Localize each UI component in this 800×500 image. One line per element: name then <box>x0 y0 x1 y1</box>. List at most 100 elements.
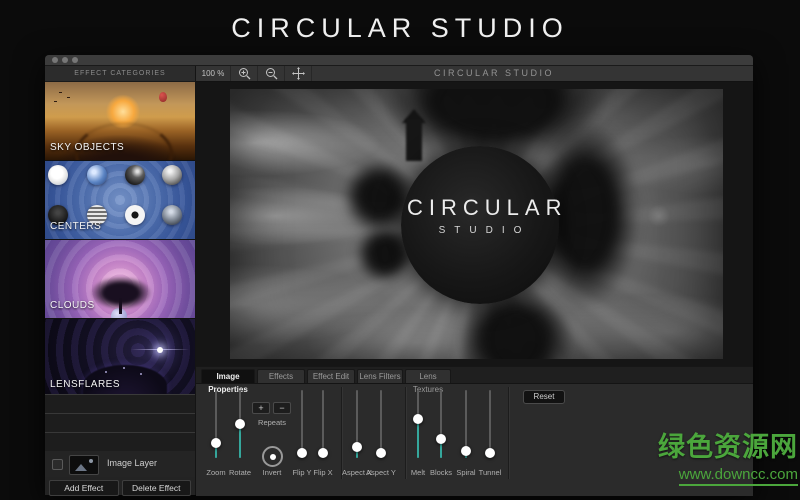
layer-visibility-checkbox[interactable] <box>52 459 63 470</box>
canvas-logo-line2: STUDIO <box>438 225 531 236</box>
layer-name-label: Image Layer <box>107 458 158 468</box>
slider-knob[interactable] <box>461 446 471 456</box>
watermark-site-name: 绿色资源网 <box>658 432 798 462</box>
bird-icon <box>54 101 57 102</box>
category-lensflares[interactable]: LENSFLARES <box>45 319 195 398</box>
toolbar-app-logo: CIRCULAR STUDIO <box>434 68 555 78</box>
image-layer-row[interactable]: Image Layer <box>45 451 195 477</box>
tab-image-properties[interactable]: Image Properties <box>201 369 255 394</box>
repeats-label: Repeats <box>258 418 286 427</box>
tab-effects[interactable]: Effects <box>257 369 305 383</box>
watermark: 绿色资源网 www.downcc.com <box>658 425 798 486</box>
slider-track[interactable] <box>352 390 362 458</box>
slider-fill <box>239 424 241 458</box>
center-option-starburst-icon[interactable] <box>48 165 68 185</box>
close-button[interactable] <box>52 57 58 63</box>
image-icon <box>75 464 87 471</box>
center-option-metal-sphere-icon[interactable] <box>162 165 182 185</box>
slider-knob[interactable] <box>318 448 328 458</box>
slider-track[interactable] <box>235 390 245 458</box>
layer-list-row[interactable] <box>45 414 195 433</box>
slider-rotate[interactable]: Rotate <box>228 390 252 486</box>
slider-track[interactable] <box>436 390 446 458</box>
reset-button[interactable]: Reset <box>523 390 565 404</box>
slider-knob[interactable] <box>413 414 423 424</box>
slider-track[interactable] <box>485 390 495 458</box>
panel-tabbar: Image Properties Effects Effect Edit Lens F… <box>196 367 753 394</box>
sidebar: EFFECT CATEGORIES SKY OBJECTS CENTERS CLOU… <box>45 66 196 496</box>
app-window: EFFECT CATEGORIES SKY OBJECTS CENTERS CLOU… <box>45 55 753 496</box>
slider-knob[interactable] <box>485 448 495 458</box>
slider-knob[interactable] <box>436 434 446 444</box>
tower <box>406 119 422 161</box>
minimize-button[interactable] <box>62 57 68 63</box>
flare-star-icon <box>157 347 163 353</box>
zoom-out-icon <box>265 68 277 80</box>
bird-icon <box>59 92 62 93</box>
effect-categories-list: SKY OBJECTS CENTERS CLOUDS LENSFLARES <box>45 82 195 398</box>
city-light <box>105 371 107 373</box>
pan-tool-button[interactable] <box>285 66 312 81</box>
layer-list-row[interactable] <box>45 395 195 414</box>
category-clouds[interactable]: CLOUDS <box>45 240 195 319</box>
layer-list-row[interactable] <box>45 433 195 452</box>
slider-track[interactable] <box>297 390 307 458</box>
center-option-dot-circle-icon[interactable] <box>125 205 145 225</box>
add-effect-button[interactable]: Add Effect <box>49 480 119 496</box>
zoom-out-button[interactable] <box>258 66 285 81</box>
slider-knob[interactable] <box>235 419 245 429</box>
slider-fill <box>417 419 419 458</box>
zoom-level-indicator: 100 % <box>196 66 231 81</box>
zoom-window-button[interactable] <box>72 57 78 63</box>
category-label: CLOUDS <box>50 300 95 311</box>
canvas-logo-line1: CIRCULAR <box>407 195 568 220</box>
slider-knob[interactable] <box>297 448 307 458</box>
slider-tunnel[interactable]: Tunnel <box>478 390 502 486</box>
invert-toggle[interactable] <box>262 446 283 467</box>
invert-dot-icon <box>269 453 276 460</box>
slider-label: Rotate <box>228 468 252 477</box>
slider-knob[interactable] <box>211 438 221 448</box>
bird-icon <box>67 97 70 98</box>
balloon-icon <box>159 92 167 102</box>
slider-track[interactable] <box>211 390 221 458</box>
zoom-in-button[interactable] <box>231 66 258 81</box>
category-centers[interactable]: CENTERS <box>45 161 195 240</box>
delete-effect-button[interactable]: Delete Effect <box>121 480 191 496</box>
slider-track[interactable] <box>318 390 328 458</box>
slider-track[interactable] <box>376 390 386 458</box>
center-option-earth-icon[interactable] <box>87 165 107 185</box>
tab-lens-filters[interactable]: Lens Filters <box>357 369 403 383</box>
sidebar-header: EFFECT CATEGORIES <box>45 66 195 82</box>
window-titlebar[interactable] <box>45 55 753 66</box>
move-icon <box>291 67 305 80</box>
category-label: SKY OBJECTS <box>50 142 125 153</box>
layer-thumbnail-icon <box>69 455 99 475</box>
slider-track[interactable] <box>413 390 423 458</box>
sun-dot-icon <box>89 459 93 463</box>
slider-label: Tunnel <box>478 468 502 477</box>
zoom-in-icon <box>238 68 250 80</box>
layer-list[interactable] <box>45 394 195 452</box>
group-divider <box>508 387 510 479</box>
preview-image[interactable]: CIRCULAR STUDIO <box>230 89 723 359</box>
category-sky-objects[interactable]: SKY OBJECTS <box>45 82 195 161</box>
slider-track[interactable] <box>461 390 471 458</box>
city-light <box>123 367 125 369</box>
slider-knob[interactable] <box>376 448 386 458</box>
watermark-url: www.downcc.com <box>678 466 798 486</box>
slider-knob[interactable] <box>352 442 362 452</box>
tab-lens-textures[interactable]: Lens Textures <box>405 369 451 394</box>
toolbar: 100 % CIRCULAR STUDIO <box>196 66 753 82</box>
center-option-mirror-ball-icon[interactable] <box>162 205 182 225</box>
slider-aspect-y[interactable]: Aspect Y <box>366 390 396 486</box>
category-label: LENSFLARES <box>50 379 121 390</box>
group-divider <box>341 387 343 479</box>
city-light <box>140 373 142 375</box>
repeats-minus-button[interactable]: − <box>273 402 291 414</box>
repeats-plus-button[interactable]: + <box>252 402 270 414</box>
app-title: CIRCULAR STUDIO <box>231 13 569 43</box>
tree-trunk <box>119 298 122 314</box>
tab-effect-edit[interactable]: Effect Edit <box>307 369 355 383</box>
center-option-shadow-sphere-icon[interactable] <box>125 165 145 185</box>
